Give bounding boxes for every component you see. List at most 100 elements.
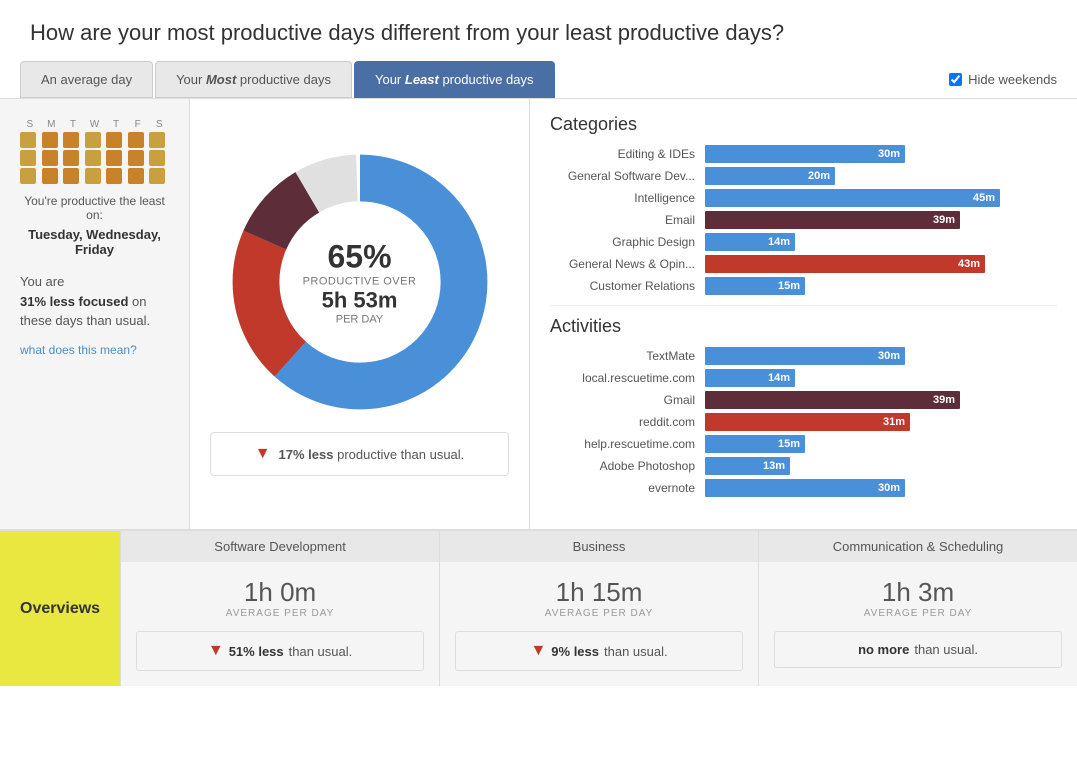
tab-most[interactable]: Your Most productive days — [155, 61, 352, 98]
bar-fill: 39m — [705, 211, 960, 229]
overview-avg: AVERAGE PER DAY — [136, 608, 424, 619]
bar-label: help.rescuetime.com — [550, 437, 705, 451]
bar-track: 14m — [705, 369, 1057, 387]
bar-label: Graphic Design — [550, 235, 705, 249]
overview-col-business: Business 1h 15m AVERAGE PER DAY ▼ 9% les… — [439, 531, 758, 686]
tab-average[interactable]: An average day — [20, 61, 153, 98]
down-arrow-icon: ▼ — [208, 642, 224, 660]
day-s2: S — [149, 119, 169, 130]
bar-fill: 15m — [705, 277, 805, 295]
bar-row: Adobe Photoshop 13m — [550, 457, 1057, 475]
bar-row: reddit.com 31m — [550, 413, 1057, 431]
day-t1: T — [63, 119, 83, 130]
day-t2: T — [106, 119, 126, 130]
page-title: How are your most productive days differ… — [0, 0, 1077, 61]
diff-pct: 9% less — [551, 644, 599, 659]
bar-fill: 30m — [705, 145, 905, 163]
overview-time: 1h 15m — [455, 577, 743, 608]
categories-list: Editing & IDEs 30m General Software Dev.… — [550, 145, 1057, 295]
bar-row: General Software Dev... 20m — [550, 167, 1057, 185]
section-divider — [550, 305, 1057, 306]
calendar-grid: S M T W T F S — [20, 119, 169, 184]
productive-days: Tuesday, Wednesday, Friday — [20, 227, 169, 257]
bar-fill: 13m — [705, 457, 790, 475]
hide-weekends-checkbox[interactable] — [949, 73, 962, 86]
bar-fill: 45m — [705, 189, 1000, 207]
overview-avg: AVERAGE PER DAY — [774, 608, 1062, 619]
bar-label: Editing & IDEs — [550, 147, 705, 161]
donut-per-day: PER DAY — [303, 314, 417, 326]
less-suffix: productive than usual. — [337, 447, 464, 462]
overview-col-title: Business — [440, 531, 758, 562]
donut-label-1: PRODUCTIVE OVER — [303, 276, 417, 288]
activities-section: Activities TextMate 30m local.rescuetime… — [550, 316, 1057, 497]
bar-row: help.rescuetime.com 15m — [550, 435, 1057, 453]
bar-track: 31m — [705, 413, 1057, 431]
bar-label: Email — [550, 213, 705, 227]
activities-list: TextMate 30m local.rescuetime.com 14m Gm… — [550, 347, 1057, 497]
hide-weekends-control[interactable]: Hide weekends — [949, 72, 1057, 87]
categories-title: Categories — [550, 114, 1057, 135]
day-w: W — [85, 119, 105, 130]
bar-track: 30m — [705, 347, 1057, 365]
overview-col-comm: Communication & Scheduling 1h 3m AVERAGE… — [758, 531, 1077, 686]
bar-track: 14m — [705, 233, 1057, 251]
donut-panel: 65% PRODUCTIVE OVER 5h 53m PER DAY ▼ 17%… — [190, 99, 530, 529]
content-area: S M T W T F S — [0, 99, 1077, 529]
bar-fill: 15m — [705, 435, 805, 453]
down-arrow-icon: ▼ — [530, 642, 546, 660]
productive-least-label: You're productive the least on: — [20, 194, 169, 222]
bar-row: Gmail 39m — [550, 391, 1057, 409]
bar-label: Adobe Photoshop — [550, 459, 705, 473]
bar-fill: 20m — [705, 167, 835, 185]
bar-track: 30m — [705, 479, 1057, 497]
diff-pct: 51% less — [229, 644, 284, 659]
bar-row: evernote 30m — [550, 479, 1057, 497]
bar-row: Intelligence 45m — [550, 189, 1057, 207]
bar-fill: 14m — [705, 369, 795, 387]
day-f: F — [128, 119, 148, 130]
overview-col-title: Software Development — [121, 531, 439, 562]
down-arrow-icon: ▼ — [255, 445, 271, 463]
bar-track: 30m — [705, 145, 1057, 163]
hide-weekends-label: Hide weekends — [968, 72, 1057, 87]
overview-time: 1h 3m — [774, 577, 1062, 608]
donut-chart: 65% PRODUCTIVE OVER 5h 53m PER DAY — [230, 152, 490, 412]
categories-section: Categories Editing & IDEs 30m General So… — [550, 114, 1057, 295]
overview-col-title: Communication & Scheduling — [759, 531, 1077, 562]
donut-time: 5h 53m — [303, 288, 417, 314]
bar-row: Editing & IDEs 30m — [550, 145, 1057, 163]
diff-pct: no more — [858, 642, 909, 657]
overview-time: 1h 0m — [136, 577, 424, 608]
less-productive-box: ▼ 17% less productive than usual. — [210, 432, 509, 476]
day-s1: S — [20, 119, 40, 130]
tab-least[interactable]: Your Least productive days — [354, 61, 555, 98]
bar-label: evernote — [550, 481, 705, 495]
bar-row: local.rescuetime.com 14m — [550, 369, 1057, 387]
overviews-label: Overviews — [0, 531, 120, 686]
diff-suffix: than usual. — [289, 644, 353, 659]
day-m: M — [42, 119, 62, 130]
overview-avg: AVERAGE PER DAY — [455, 608, 743, 619]
bar-row: Email 39m — [550, 211, 1057, 229]
overviews-bar: Overviews Software Development 1h 0m AVE… — [0, 529, 1077, 686]
bar-fill: 43m — [705, 255, 985, 273]
diff-suffix: than usual. — [604, 644, 668, 659]
overview-diff-box: no more than usual. — [774, 631, 1062, 668]
bar-track: 13m — [705, 457, 1057, 475]
bar-label: Customer Relations — [550, 279, 705, 293]
overview-diff-box: ▼ 9% less than usual. — [455, 631, 743, 671]
bar-row: General News & Opin... 43m — [550, 255, 1057, 273]
donut-center: 65% PRODUCTIVE OVER 5h 53m PER DAY — [303, 239, 417, 326]
bar-fill: 31m — [705, 413, 910, 431]
what-link[interactable]: what does this mean? — [20, 343, 169, 357]
less-pct: 17% less — [279, 447, 334, 462]
bar-track: 15m — [705, 277, 1057, 295]
bar-track: 43m — [705, 255, 1057, 273]
focused-text: You are 31% less focused on these days t… — [20, 272, 169, 331]
bar-label: local.rescuetime.com — [550, 371, 705, 385]
bar-fill: 30m — [705, 479, 905, 497]
left-sidebar: S M T W T F S — [0, 99, 190, 529]
bar-row: Customer Relations 15m — [550, 277, 1057, 295]
bar-track: 39m — [705, 391, 1057, 409]
